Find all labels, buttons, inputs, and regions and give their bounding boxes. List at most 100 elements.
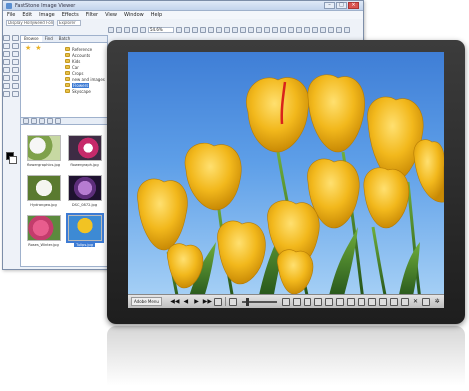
menu-item-edit[interactable]: Edit	[22, 12, 32, 18]
toolbar-icon[interactable]	[272, 27, 278, 33]
toolbar-icon[interactable]	[320, 27, 326, 33]
toolbar-icon[interactable]	[116, 27, 122, 33]
lasso-tool-icon[interactable]	[3, 43, 10, 49]
zoom-slider[interactable]	[242, 297, 277, 306]
toolbar-icon[interactable]	[31, 118, 37, 124]
toolbar-icon[interactable]	[288, 27, 294, 33]
print-icon[interactable]	[390, 297, 398, 306]
pencil-tool-icon[interactable]	[12, 51, 19, 57]
zoom-in-icon[interactable]	[281, 297, 290, 306]
thumbnail[interactable]: DSC_0872.jpg	[66, 175, 103, 207]
zoom-slider-knob[interactable]	[246, 297, 249, 306]
toolbar-icon[interactable]	[39, 118, 45, 124]
next-image-icon[interactable]: ▶	[193, 298, 201, 306]
eraser-tool-icon[interactable]	[3, 59, 10, 65]
path-field[interactable]: Display Hollyweed Folder...	[6, 20, 54, 26]
save-icon[interactable]	[400, 297, 409, 306]
toolbar-icon[interactable]	[55, 118, 61, 124]
toolbar-icon[interactable]	[312, 27, 318, 33]
toolbar-icon[interactable]	[280, 27, 286, 33]
slideshow-icon[interactable]	[368, 297, 377, 306]
tree-item[interactable]: new and images	[65, 76, 107, 82]
viewer-menu-button[interactable]: Adobe Menu	[131, 297, 162, 306]
fit-icon[interactable]	[229, 297, 237, 306]
toolbar-icon[interactable]	[248, 27, 254, 33]
crop-tool-icon[interactable]	[12, 43, 19, 49]
toolbar-icon[interactable]	[232, 27, 238, 33]
zoom-out-icon[interactable]	[184, 27, 190, 33]
toolbar-icon[interactable]	[264, 27, 270, 33]
tab-browse[interactable]: Browse	[21, 36, 42, 42]
star-icon[interactable]: ★	[25, 45, 31, 52]
toolbar-icon[interactable]	[344, 27, 350, 33]
zoom-in-icon[interactable]	[176, 27, 182, 33]
menu-item-window[interactable]: Window	[124, 12, 144, 18]
toolbar-icon[interactable]	[224, 27, 230, 33]
toolbar-icon[interactable]	[140, 27, 146, 33]
move-tool-icon[interactable]	[12, 35, 19, 41]
first-image-icon[interactable]: ◀◀	[170, 298, 179, 306]
toolbar-icon[interactable]	[256, 27, 262, 33]
toolbar-icon[interactable]	[336, 27, 342, 33]
email-icon[interactable]	[379, 297, 388, 306]
toolbar-icon[interactable]	[328, 27, 334, 33]
toolbar-icon[interactable]	[208, 27, 214, 33]
actual-size-icon[interactable]	[292, 297, 301, 306]
last-image-icon[interactable]: ▶▶	[203, 298, 212, 306]
hand-tool-icon[interactable]	[12, 83, 19, 89]
tree-item[interactable]: Skyscape	[65, 88, 107, 94]
clone-tool-icon[interactable]	[3, 75, 10, 81]
info-icon[interactable]	[422, 297, 431, 306]
settings-gear-icon[interactable]: ✲	[433, 298, 441, 306]
thumbnail[interactable]: flowergraphics.jpg	[25, 135, 62, 167]
previous-image-icon[interactable]: ◀	[182, 298, 190, 306]
flip-icon[interactable]	[325, 297, 333, 306]
thumbnail[interactable]: flowergraph.jpg	[66, 135, 103, 167]
close-icon[interactable]: ×	[348, 2, 359, 9]
resize-icon[interactable]	[357, 297, 366, 306]
zoom-tool-icon[interactable]	[3, 91, 10, 97]
menu-item-effects[interactable]: Effects	[62, 12, 79, 18]
thumbnail[interactable]: Roses_Winter.jpg	[25, 215, 62, 247]
menu-item-file[interactable]: File	[7, 12, 15, 18]
menu-item-image[interactable]: Image	[39, 12, 55, 18]
toolbar-icon[interactable]	[240, 27, 246, 33]
toolbar-icon[interactable]	[124, 27, 130, 33]
menu-item-filter[interactable]: Filter	[86, 12, 98, 18]
blur-tool-icon[interactable]	[12, 75, 19, 81]
edit-icon[interactable]	[335, 297, 344, 306]
menu-item-help[interactable]: Help	[151, 12, 162, 18]
delete-icon[interactable]: ✕	[412, 298, 420, 306]
dropper-tool-icon[interactable]	[3, 83, 10, 89]
text-tool-icon[interactable]	[3, 67, 10, 73]
toolbar-icon[interactable]	[192, 27, 198, 33]
toolbar-icon[interactable]	[200, 27, 206, 33]
thumbnail[interactable]: Hydrangea.jpg	[25, 175, 62, 207]
toolbar-icon[interactable]	[304, 27, 310, 33]
toolbar-icon[interactable]	[132, 27, 138, 33]
tab-find[interactable]: Find	[42, 36, 56, 42]
star-icon[interactable]: ★	[35, 45, 41, 52]
brush-tool-icon[interactable]	[3, 51, 10, 57]
maximize-icon[interactable]: □	[336, 2, 347, 9]
toolbar-icon[interactable]	[47, 118, 53, 124]
select-tool-icon[interactable]	[3, 35, 10, 41]
fill-tool-icon[interactable]	[12, 59, 19, 65]
toolbar-icon[interactable]	[296, 27, 302, 33]
tab-batch[interactable]: Batch	[56, 36, 74, 42]
rotate-right-icon[interactable]	[314, 297, 323, 306]
minimize-icon[interactable]: –	[324, 2, 335, 9]
rotate-left-icon[interactable]	[303, 297, 312, 306]
shape-tool-icon[interactable]	[12, 67, 19, 73]
menu-item-view[interactable]: View	[105, 12, 117, 18]
explorer-dropdown[interactable]: Explorer	[57, 20, 81, 26]
background-color-swatch[interactable]	[9, 156, 17, 164]
crop-icon[interactable]	[346, 297, 355, 306]
toolbar-icon[interactable]	[23, 118, 29, 124]
line-tool-icon[interactable]	[12, 91, 19, 97]
toolbar-icon[interactable]	[216, 27, 222, 33]
zoom-field[interactable]: 54.6%	[148, 27, 174, 33]
thumbnail-selected[interactable]: Tulips.jpg	[65, 213, 104, 247]
zoom-out-icon[interactable]	[214, 297, 223, 306]
toolbar-icon[interactable]	[108, 27, 114, 33]
